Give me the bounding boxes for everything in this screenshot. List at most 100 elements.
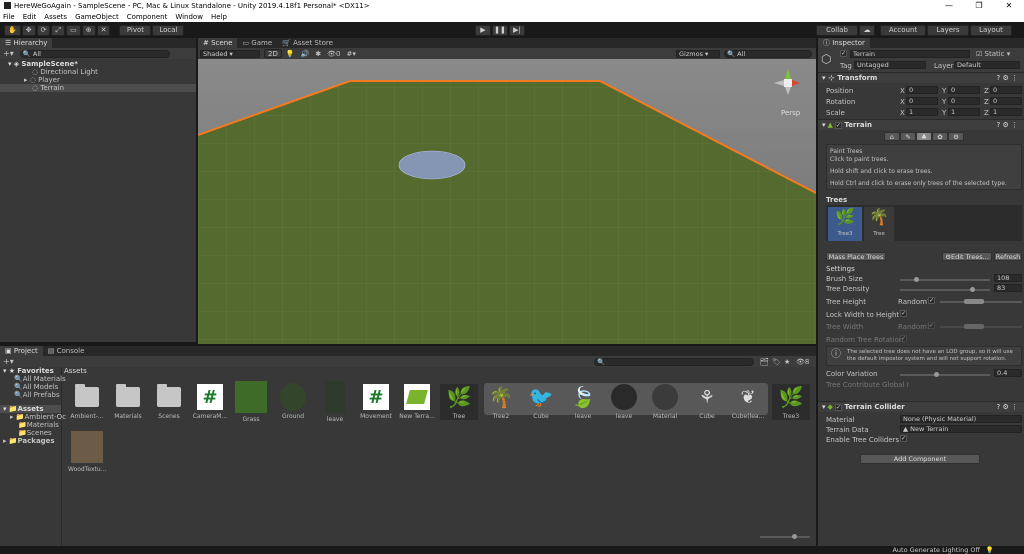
tree-density-knob[interactable] — [970, 287, 975, 292]
component-menu-icon[interactable]: ? ⚙ ⋮ — [997, 403, 1018, 411]
tree-prototype-item[interactable]: 🌿Tree3 — [828, 207, 862, 241]
hierarchy-item-directional-light[interactable]: ◌ Directional Light — [0, 68, 196, 76]
local-toggle[interactable]: Local — [152, 25, 184, 36]
hidden-packages-icon[interactable]: 👁8 — [796, 358, 809, 366]
asset-script[interactable]: #Movement — [357, 384, 395, 420]
asset-mesh[interactable]: ❦Cube(lea... — [729, 384, 767, 420]
asset-folder[interactable]: Scenes — [150, 384, 188, 420]
cloud-icon[interactable]: ☁ — [859, 25, 875, 36]
hand-tool-button[interactable]: ✋ — [4, 25, 21, 36]
rotate-tool-button[interactable]: ⟳ — [37, 25, 51, 36]
layers-dropdown[interactable]: Layers — [927, 25, 969, 36]
mode-2d-toggle[interactable]: 2D — [264, 49, 282, 58]
menu-window[interactable]: Window — [175, 13, 203, 21]
active-checkbox[interactable]: ✓ — [840, 50, 847, 57]
assets-root-folder[interactable]: ▾ 📁Assets — [0, 405, 61, 413]
minimize-button[interactable]: — — [934, 0, 964, 11]
tag-dropdown[interactable]: Untagged — [854, 61, 926, 69]
pivot-toggle[interactable]: Pivot — [119, 25, 151, 36]
favorites-section[interactable]: ▾ ★ Favorites — [0, 367, 61, 375]
terrain-data-field[interactable]: ▲ New Terrain — [900, 425, 1022, 433]
transform-component-header[interactable]: ▾ ⊹Transform ? ⚙ ⋮ — [818, 72, 1024, 83]
tree-height-range-handle[interactable] — [964, 299, 984, 304]
random-height-checkbox[interactable]: ✓ — [928, 297, 935, 304]
asset-folder[interactable]: Ambient-... — [68, 384, 106, 420]
random-width-checkbox[interactable]: ✓ — [928, 322, 935, 329]
scale-tool-button[interactable]: ⤢ — [51, 25, 65, 36]
filter-label-icon[interactable]: 🏷 — [772, 358, 781, 366]
component-menu-icon[interactable]: ? ⚙ ⋮ — [997, 121, 1018, 129]
position-z-field[interactable]: 0 — [990, 86, 1022, 94]
tree-density-slider[interactable] — [900, 289, 990, 291]
move-tool-button[interactable]: ✥ — [22, 25, 36, 36]
asset-script[interactable]: #CameraM... — [191, 384, 229, 420]
asset-model-tree2[interactable]: 🌴Tree2 — [482, 384, 520, 420]
create-neighbor-tool-icon[interactable]: ⌂ — [884, 132, 900, 141]
scene-search-input[interactable]: 🔍 All — [724, 50, 812, 58]
favorites-item[interactable]: 🔍All Materials — [0, 375, 61, 383]
refresh-button[interactable]: Refresh — [994, 252, 1022, 261]
effects-icon[interactable]: ✱ — [315, 50, 321, 58]
folder-item[interactable]: ▸ 📁Ambient-Oc — [0, 413, 61, 421]
tab-hierarchy[interactable]: ☰ Hierarchy — [0, 38, 52, 48]
tab-scene[interactable]: # Scene — [198, 38, 237, 48]
scale-z-field[interactable]: 1 — [990, 108, 1022, 116]
paint-trees-tool-icon[interactable]: ♣ — [916, 132, 932, 141]
transform-tool-button[interactable]: ⊕ — [82, 25, 96, 36]
audio-icon[interactable]: 🔊 — [301, 50, 310, 58]
scale-x-field[interactable]: 1 — [906, 108, 938, 116]
menu-help[interactable]: Help — [211, 13, 227, 21]
layout-dropdown[interactable]: Layout — [970, 25, 1012, 36]
close-button[interactable]: ✕ — [994, 0, 1024, 11]
asset-material[interactable]: leave — [605, 384, 643, 420]
terrain-component-header[interactable]: ▾ ▲✓ Terrain ? ⚙ ⋮ — [818, 119, 1024, 130]
account-dropdown[interactable]: Account — [880, 25, 926, 36]
rotation-x-field[interactable]: 0 — [906, 97, 938, 105]
add-component-button[interactable]: Add Component — [860, 454, 980, 464]
favorites-item[interactable]: 🔍All Models — [0, 383, 61, 391]
asset-mesh[interactable]: 🍃leave — [564, 384, 602, 420]
position-x-field[interactable]: 0 — [906, 86, 938, 94]
asset-texture[interactable]: Grass — [232, 384, 270, 423]
shading-dropdown[interactable]: Shaded ▾ — [200, 50, 260, 58]
menu-gameobject[interactable]: GameObject — [75, 13, 119, 21]
custom-tool-button[interactable]: ✕ — [97, 25, 111, 36]
color-variation-field[interactable]: 0.4 — [994, 369, 1022, 377]
scale-y-field[interactable]: 1 — [948, 108, 980, 116]
object-name-field[interactable]: Terrain — [850, 50, 970, 58]
menu-assets[interactable]: Assets — [44, 13, 67, 21]
asset-mesh[interactable]: 🐦Cube — [522, 384, 560, 420]
brush-size-knob[interactable] — [914, 277, 919, 282]
favorite-star-icon[interactable]: ★ — [784, 358, 790, 366]
maximize-button[interactable]: ❐ — [964, 0, 994, 11]
terrain-enabled-checkbox[interactable]: ✓ — [835, 122, 842, 129]
add-icon[interactable]: +▾ — [3, 49, 14, 58]
packages-folder[interactable]: ▸ 📁Packages — [0, 437, 61, 445]
asset-terrain[interactable]: New Terra... — [398, 384, 436, 420]
asset-prefab-tree3[interactable]: 🌿Tree3 — [772, 384, 810, 420]
static-checkbox[interactable]: ☑ Static ▾ — [976, 50, 1010, 58]
tab-inspector[interactable]: ⓘ Inspector — [818, 38, 870, 48]
brush-size-field[interactable]: 108 — [994, 274, 1022, 282]
collider-enabled-checkbox[interactable]: ✓ — [835, 404, 842, 411]
menu-component[interactable]: Component — [127, 13, 168, 21]
tree-prototype-item[interactable]: 🌴Tree — [864, 207, 894, 241]
paint-terrain-tool-icon[interactable]: ✎ — [900, 132, 916, 141]
create-icon[interactable]: +▾ — [3, 357, 14, 366]
tab-game[interactable]: ▭ Game — [237, 38, 277, 48]
menu-edit[interactable]: Edit — [23, 13, 37, 21]
color-variation-knob[interactable] — [934, 372, 939, 377]
asset-prefab-tree[interactable]: 🌿Tree — [440, 384, 478, 420]
position-y-field[interactable]: 0 — [948, 86, 980, 94]
tab-asset-store[interactable]: 🛒 Asset Store — [277, 38, 338, 48]
asset-texture[interactable]: WoodTextu... — [68, 431, 106, 473]
layer-dropdown[interactable]: Default — [954, 61, 1020, 69]
project-search-input[interactable]: 🔍 — [594, 358, 754, 366]
edit-trees-button[interactable]: ⚙ Edit Trees... — [942, 252, 992, 261]
collab-button[interactable]: Collab — [816, 25, 858, 36]
grid-icon[interactable]: #▾ — [347, 50, 356, 58]
project-breadcrumb[interactable]: Assets — [64, 367, 87, 377]
gizmos-dropdown[interactable]: Gizmos ▾ — [676, 50, 720, 58]
step-button[interactable]: ▶| — [509, 25, 525, 36]
rect-tool-button[interactable]: ▭ — [66, 25, 81, 36]
